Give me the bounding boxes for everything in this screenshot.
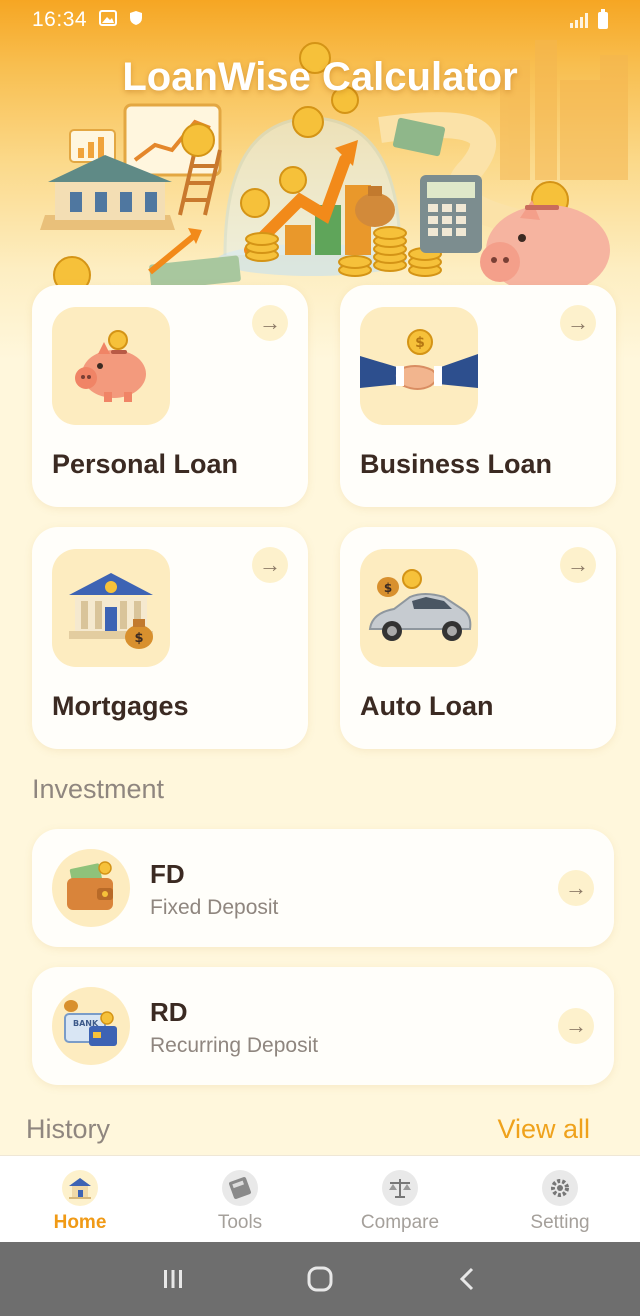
- nav-compare-label: Compare: [360, 1212, 440, 1233]
- arrow-right-icon[interactable]: →: [560, 305, 596, 341]
- arrow-right-icon[interactable]: →: [560, 547, 596, 583]
- nav-home[interactable]: Home: [0, 1156, 160, 1242]
- home-button[interactable]: [290, 1254, 350, 1304]
- business-loan-label: Business Loan: [360, 449, 553, 479]
- calculator-icon: [222, 1170, 258, 1206]
- mortgages-label: Mortgages: [52, 691, 189, 721]
- view-all-link[interactable]: View all: [497, 1114, 590, 1145]
- nav-setting-label: Setting: [530, 1212, 590, 1233]
- system-navigation-bar: [0, 1242, 640, 1316]
- arrow-right-icon[interactable]: →: [252, 305, 288, 341]
- business-loan-card[interactable]: $ → Business Loan: [340, 285, 616, 507]
- back-button[interactable]: [437, 1254, 497, 1304]
- nav-setting[interactable]: Setting: [480, 1156, 640, 1242]
- battery-icon: [598, 8, 608, 29]
- personal-loan-label: Personal Loan: [52, 449, 239, 479]
- bottom-navigation: Home Tools Compare Setting: [0, 1155, 640, 1242]
- fd-subtitle: Fixed Deposit: [150, 896, 279, 919]
- rd-card[interactable]: BANK RD Recurring Deposit →: [32, 967, 614, 1085]
- recent-apps-button[interactable]: [143, 1254, 203, 1304]
- personal-loan-card[interactable]: → Personal Loan: [32, 285, 308, 507]
- svg-text:$: $: [384, 581, 392, 595]
- nav-tools-label: Tools: [217, 1212, 263, 1233]
- auto-loan-card[interactable]: $ → Auto Loan: [340, 527, 616, 749]
- car-icon: $: [360, 549, 478, 667]
- rd-subtitle: Recurring Deposit: [150, 1034, 319, 1057]
- nav-compare[interactable]: Compare: [320, 1156, 480, 1242]
- arrow-right-icon[interactable]: →: [558, 870, 594, 906]
- signal-icon: [570, 12, 588, 28]
- status-bar: 16:34: [0, 0, 640, 40]
- mortgages-card[interactable]: $ → Mortgages: [32, 527, 308, 749]
- arrow-right-icon[interactable]: →: [558, 1008, 594, 1044]
- piggy-bank-icon: [52, 307, 170, 425]
- gallery-icon: [99, 9, 118, 31]
- bank-card-icon: BANK: [52, 987, 130, 1065]
- gear-icon: [542, 1170, 578, 1206]
- home-icon: [62, 1170, 98, 1206]
- auto-loan-label: Auto Loan: [360, 691, 494, 721]
- handshake-icon: $: [360, 307, 478, 425]
- scale-icon: [382, 1170, 418, 1206]
- svg-text:$: $: [134, 631, 143, 646]
- status-time: 16:34: [32, 8, 88, 31]
- wallet-icon: [52, 849, 130, 927]
- app-title: LoanWise Calculator: [122, 55, 518, 99]
- history-section-title: History: [26, 1114, 111, 1144]
- bank-building-icon: $: [52, 549, 170, 667]
- fd-card[interactable]: FD Fixed Deposit →: [32, 829, 614, 947]
- fd-title: FD: [150, 859, 185, 889]
- investment-section-title: Investment: [32, 774, 165, 804]
- shield-icon: [129, 10, 143, 31]
- arrow-right-icon[interactable]: →: [252, 547, 288, 583]
- rd-title: RD: [150, 997, 188, 1027]
- svg-text:$: $: [415, 335, 425, 351]
- nav-tools[interactable]: Tools: [160, 1156, 320, 1242]
- nav-home-label: Home: [53, 1212, 107, 1233]
